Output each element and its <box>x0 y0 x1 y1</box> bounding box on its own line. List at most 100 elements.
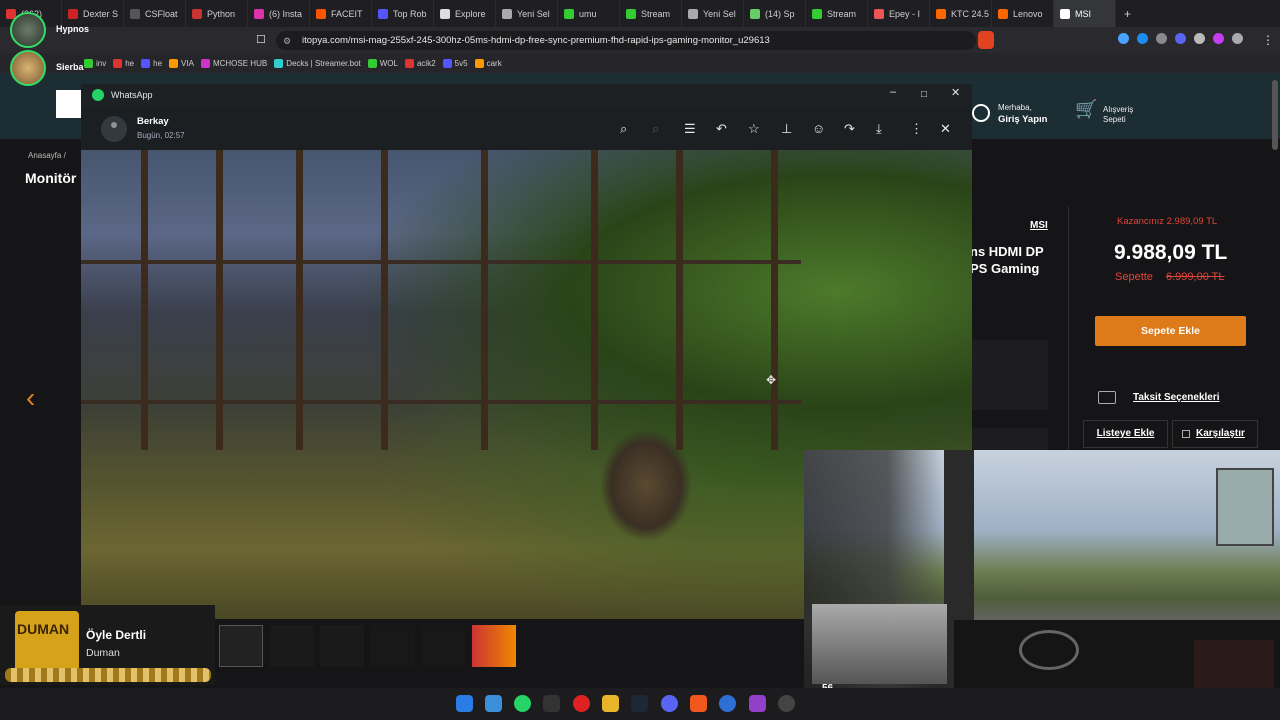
browser-tab[interactable]: (6) Insta <box>248 0 310 27</box>
bookmark-label: inv <box>96 58 107 68</box>
brave-shield-icon[interactable] <box>978 31 994 49</box>
browser-tab[interactable]: KTC 24.5 <box>930 0 992 27</box>
zoom-in-icon[interactable]: ⌕ <box>620 122 627 135</box>
extension-icon[interactable] <box>1213 33 1224 44</box>
shopping-cart-icon[interactable]: 🛒 <box>1075 100 1097 118</box>
gallery-prev-icon[interactable]: ‹ <box>26 384 35 412</box>
browser-tab[interactable]: Yeni Sel <box>682 0 744 27</box>
cart-subtitle[interactable]: Sepeti <box>1103 115 1126 124</box>
add-to-cart-button[interactable]: Sepete Ekle <box>1095 316 1246 346</box>
bookmark-item[interactable]: acik2 <box>404 58 436 68</box>
gallery-thumbnail[interactable] <box>421 625 465 667</box>
login-link[interactable]: Giriş Yapın <box>998 114 1047 125</box>
pin-icon[interactable]: ⊥ <box>781 122 792 135</box>
bookmark-icon <box>442 58 452 68</box>
start-icon[interactable] <box>456 695 473 712</box>
gallery-thumbnail[interactable] <box>270 625 314 667</box>
gallery-thumbnail[interactable] <box>219 625 263 667</box>
app-taskbar-icon[interactable] <box>719 695 736 712</box>
extension-icon[interactable] <box>1156 33 1167 44</box>
brand-link[interactable]: MSI <box>1030 220 1048 231</box>
avatar <box>10 50 46 86</box>
close-window-icon[interactable]: ✕ <box>951 87 960 100</box>
minimize-icon[interactable]: – <box>890 86 896 99</box>
desktop-icon[interactable] <box>485 695 502 712</box>
browser-tab[interactable]: Yeni Sel <box>496 0 558 27</box>
tab-favicon-icon <box>192 8 202 19</box>
tab-label: Lenovo <box>1013 8 1043 19</box>
tab-favicon-icon <box>68 8 78 19</box>
compare-label[interactable]: Karşılaştır <box>1196 428 1245 439</box>
browser-tab[interactable]: Stream <box>806 0 868 27</box>
browser-tab[interactable]: MSI <box>1054 0 1116 27</box>
go-to-message-icon[interactable]: ☰ <box>684 122 696 135</box>
new-tab-button[interactable]: + <box>1116 7 1139 21</box>
bookmark-item[interactable]: VIA <box>169 58 194 68</box>
more-options-icon[interactable]: ⋮ <box>910 122 923 135</box>
bookmark-item[interactable]: inv <box>84 58 107 68</box>
credit-card-icon <box>1098 391 1116 404</box>
browser-tab[interactable]: Top Rob <box>372 0 434 27</box>
browser-tab[interactable]: Stream <box>620 0 682 27</box>
browser-tab[interactable]: Explore <box>434 0 496 27</box>
cart-title[interactable]: Alışveriş <box>1103 105 1133 114</box>
site-logo[interactable] <box>56 90 82 118</box>
page-scrollbar[interactable] <box>1272 80 1278 150</box>
app-taskbar-icon[interactable] <box>749 695 766 712</box>
file-explorer-icon[interactable] <box>602 695 619 712</box>
discord-icon[interactable] <box>661 695 678 712</box>
address-bar[interactable]: itopya.com/msi-mag-255xf-245-300hz-05ms-… <box>276 31 976 50</box>
download-icon[interactable]: ⤓ <box>876 122 882 135</box>
tab-label: MSI <box>1075 8 1092 19</box>
installments-link[interactable]: Taksit Seçenekleri <box>1133 392 1220 403</box>
browser-tab[interactable]: Python <box>186 0 248 27</box>
reply-icon[interactable]: ↶ <box>716 122 727 135</box>
bookmark-item[interactable]: 5v5 <box>442 58 468 68</box>
bookmark-item[interactable]: Decks | Streamer.bot <box>274 58 361 68</box>
breadcrumb[interactable]: Anasayfa / <box>28 151 66 160</box>
browser-tab[interactable]: Dexter S <box>62 0 124 27</box>
window-title: WhatsApp <box>111 90 153 100</box>
bookmark-item[interactable]: MCHOSE HUB <box>200 58 267 68</box>
extension-icon[interactable] <box>1137 33 1148 44</box>
contact-avatar[interactable] <box>101 116 127 142</box>
close-viewer-icon[interactable]: ✕ <box>940 122 951 135</box>
tab-label: Yeni Sel <box>517 8 550 19</box>
extension-icon[interactable] <box>1175 33 1186 44</box>
gallery-thumbnail[interactable] <box>472 625 516 667</box>
browser-tab[interactable]: Lenovo <box>992 0 1054 27</box>
bookmark-item[interactable]: he <box>141 58 162 68</box>
bookmark-item[interactable]: WOL <box>367 58 398 68</box>
extension-icon[interactable] <box>1118 33 1129 44</box>
bookmark-item[interactable]: cark <box>474 58 502 68</box>
bookmark-item[interactable]: he <box>113 58 134 68</box>
emoji-reaction-icon[interactable]: ☺ <box>812 122 825 135</box>
forward-icon[interactable]: ↷ <box>844 122 855 135</box>
tab-favicon-icon <box>440 8 450 19</box>
browser-tab[interactable]: Epey - I <box>868 0 930 27</box>
tab-favicon-icon <box>688 8 698 19</box>
star-icon[interactable]: ☆ <box>748 122 760 135</box>
app-taskbar-icon[interactable] <box>543 695 560 712</box>
browser-tab[interactable]: (14) Sp <box>744 0 806 27</box>
bookmarks-bar: inv he he VIA MCHOSE HUB Decks | Streamer.bot… <box>0 53 1280 73</box>
site-info-icon[interactable]: ⚙ <box>283 35 291 48</box>
extension-icon[interactable] <box>1194 33 1205 44</box>
add-to-list-button[interactable]: Listeye Ekle <box>1083 420 1168 448</box>
compare-checkbox[interactable] <box>1182 430 1190 438</box>
brave-icon[interactable] <box>690 695 707 712</box>
gallery-thumbnail[interactable] <box>320 625 364 667</box>
steam-icon[interactable] <box>631 695 648 712</box>
bookmark-icon[interactable]: ☐ <box>256 34 266 47</box>
browser-tab[interactable]: CSFloat <box>124 0 186 27</box>
extension-icon[interactable] <box>1232 33 1243 44</box>
browser-tab[interactable]: umu <box>558 0 620 27</box>
track-progress-bar[interactable] <box>5 668 211 682</box>
settings-icon[interactable] <box>778 695 795 712</box>
gallery-thumbnail[interactable] <box>371 625 415 667</box>
menu-icon[interactable]: ⋮ <box>1262 34 1274 47</box>
browser-tab[interactable]: FACEIT <box>310 0 372 27</box>
record-taskbar-icon[interactable] <box>573 695 590 712</box>
whatsapp-taskbar-icon[interactable] <box>514 695 531 712</box>
maximize-icon[interactable]: □ <box>921 88 927 101</box>
